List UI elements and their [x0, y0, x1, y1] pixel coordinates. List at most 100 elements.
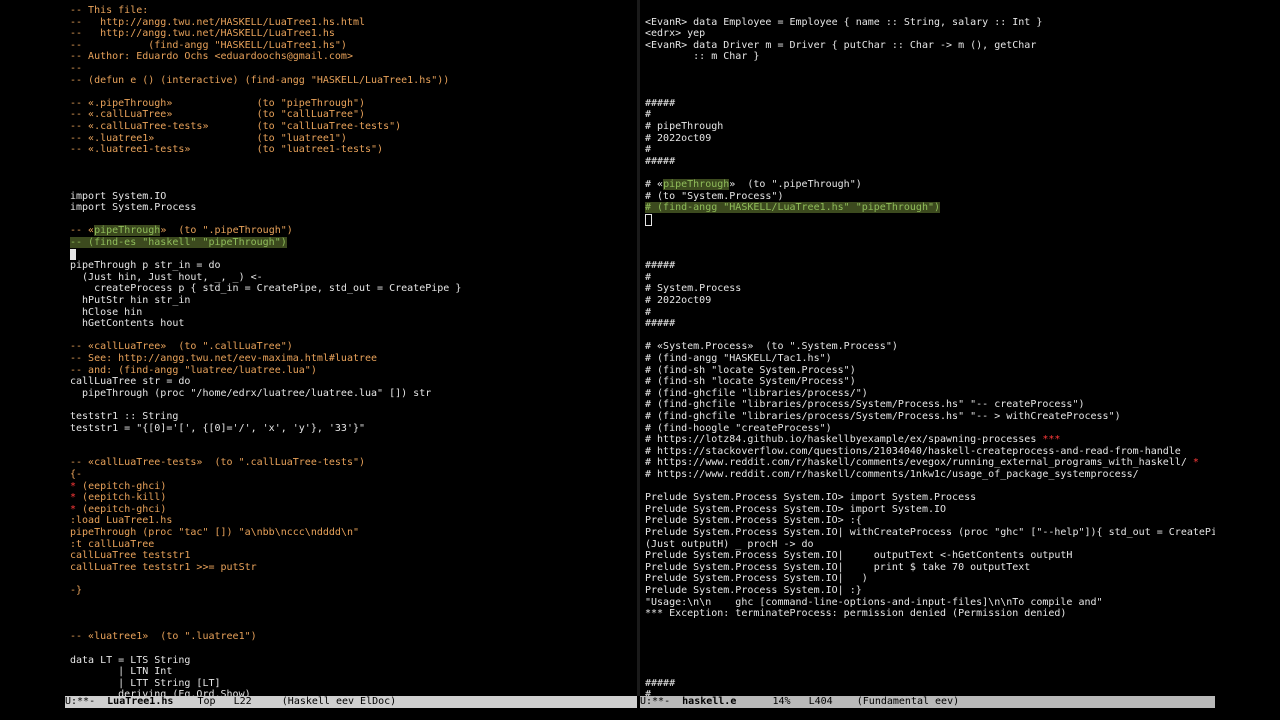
- code-line[interactable]: Prelude System.Process System.IO> :{: [645, 515, 862, 527]
- code-line[interactable]: import System.Process: [70, 202, 196, 214]
- code-line[interactable]: #####: [645, 318, 675, 330]
- code-line[interactable]: #####: [645, 156, 675, 168]
- code-line[interactable]: -}: [70, 585, 82, 597]
- code-line[interactable]: # (find-sh "locate System/Process"): [645, 376, 856, 388]
- mode-line-modes[interactable]: (Fundamental eev): [857, 696, 959, 707]
- code-line[interactable]: Prelude System.Process System.IO| print …: [645, 562, 1030, 574]
- echo-area[interactable]: [65, 708, 1215, 720]
- code-line[interactable]: # System.Process: [645, 283, 741, 295]
- code-line[interactable]: hGetContents hout: [70, 318, 184, 330]
- code-line[interactable]: #: [645, 109, 651, 121]
- code-line[interactable]: {-: [70, 469, 82, 481]
- code-line[interactable]: <EvanR> data Employee = Employee { name …: [645, 17, 1042, 29]
- code-line[interactable]: -- See: http://angg.twu.net/eev-maxima.h…: [70, 353, 377, 365]
- code-line[interactable]: | LTT String [LT]: [70, 678, 220, 690]
- code-line[interactable]: hClose hin: [70, 307, 142, 319]
- code-line[interactable]: :: m Char }: [645, 51, 759, 63]
- code-line[interactable]: Prelude System.Process System.IO> import…: [645, 504, 946, 516]
- code-line[interactable]: * (eepitch-ghci): [70, 481, 166, 493]
- code-line[interactable]: # (find-sh "locate System.Process"): [645, 365, 856, 377]
- code-line[interactable]: -- (defun e () (interactive) (find-angg …: [70, 75, 449, 87]
- code-line[interactable]: -- «pipeThrough» (to ".pipeThrough"): [70, 225, 293, 237]
- code-line[interactable]: # https://stackoverflow.com/questions/21…: [645, 446, 1181, 458]
- code-line[interactable]: (Just hin, Just hout, _, _) <-: [70, 272, 263, 284]
- left-editor-window[interactable]: -- This file: -- http://angg.twu.net/HASK…: [65, 0, 637, 696]
- code-line[interactable]: #: [645, 689, 651, 696]
- code-line[interactable]: <EvanR> data Driver m = Driver { putChar…: [645, 40, 1036, 52]
- code-line[interactable]: :load LuaTree1.hs: [70, 515, 172, 527]
- code-line[interactable]: [645, 213, 652, 226]
- code-line[interactable]: # (find-ghcfile "libraries/process/"): [645, 388, 868, 400]
- code-line[interactable]: -- «.luatree1-tests» (to "luatree1-tests…: [70, 144, 383, 156]
- code-line[interactable]: # (find-angg "HASKELL/LuaTree1.hs" "pipe…: [645, 202, 941, 214]
- code-line[interactable]: pipeThrough (proc "tac" []) "a\nbb\nccc\…: [70, 527, 359, 539]
- code-line[interactable]: hPutStr hin str_in: [70, 295, 190, 307]
- code-line[interactable]: -- «.pipeThrough» (to "pipeThrough"): [70, 98, 365, 110]
- code-line[interactable]: <edrx> yep: [645, 28, 705, 40]
- code-line[interactable]: -- (find-es "haskell" "pipeThrough"): [70, 237, 287, 249]
- code-line[interactable]: # https://www.reddit.com/r/haskell/comme…: [645, 469, 1139, 481]
- code-line[interactable]: -- «.callLuaTree-tests» (to "callLuaTree…: [70, 121, 401, 133]
- code-line[interactable]: -- (find-angg "HASKELL/LuaTree1.hs"): [70, 40, 347, 52]
- code-line[interactable]: # (find-hoogle "createProcess"): [645, 423, 832, 435]
- mode-line-buffer-name[interactable]: haskell.e: [682, 696, 736, 707]
- right-editor-window[interactable]: <EvanR> data Employee = Employee { name …: [640, 0, 1215, 696]
- code-line[interactable]: teststr1 :: String: [70, 411, 178, 423]
- code-line[interactable]: #####: [645, 678, 675, 690]
- code-line[interactable]: # 2022oct09: [645, 295, 711, 307]
- code-line[interactable]: #: [645, 307, 651, 319]
- code-line[interactable]: -- Author: Eduardo Ochs <eduardoochs@gma…: [70, 51, 353, 63]
- code-line[interactable]: * (eepitch-ghci): [70, 504, 166, 516]
- code-line[interactable]: # 2022oct09: [645, 133, 711, 145]
- code-line[interactable]: Prelude System.Process System.IO| ): [645, 573, 868, 585]
- code-line[interactable]: Prelude System.Process System.IO| :}: [645, 585, 862, 597]
- code-line[interactable]: # (to "System.Process"): [645, 191, 783, 203]
- mode-line-buffer-name[interactable]: LuaTree1.hs: [107, 696, 173, 707]
- code-line[interactable]: createProcess p { std_in = CreatePipe, s…: [70, 283, 461, 295]
- right-mode-line[interactable]: U:**- haskell.e 14% L404 (Fundamental ee…: [640, 696, 1215, 708]
- code-line[interactable]: callLuaTree teststr1: [70, 550, 190, 562]
- code-line[interactable]: -- «luatree1» (to ".luatree1"): [70, 631, 257, 643]
- code-line[interactable]: # pipeThrough: [645, 121, 723, 133]
- code-line[interactable]: (Just outputH) _ procH -> do: [645, 539, 814, 551]
- code-line[interactable]: # «pipeThrough» (to ".pipeThrough"): [645, 179, 862, 191]
- code-line[interactable]: data LT = LTS String: [70, 655, 190, 667]
- code-line[interactable]: #: [645, 272, 651, 284]
- code-line[interactable]: callLuaTree teststr1 >>= putStr: [70, 562, 257, 574]
- code-line[interactable]: -- «.callLuaTree» (to "callLuaTree"): [70, 109, 365, 121]
- code-line[interactable]: -- «.luatree1» (to "luatree1"): [70, 133, 347, 145]
- code-line[interactable]: "Usage:\n\n ghc [command-line-options-an…: [645, 597, 1103, 609]
- code-line[interactable]: # (find-ghcfile "libraries/process/Syste…: [645, 399, 1085, 411]
- code-line[interactable]: teststr1 = "{[0]='[', {[0]='/', 'x', 'y'…: [70, 423, 365, 435]
- code-line[interactable]: # https://www.reddit.com/r/haskell/comme…: [645, 457, 1199, 469]
- code-line[interactable]: pipeThrough p str_in = do: [70, 260, 221, 272]
- code-line[interactable]: callLuaTree str = do: [70, 376, 190, 388]
- code-line[interactable]: # «System.Process» (to ".System.Process"…: [645, 341, 898, 353]
- code-line[interactable]: *** Exception: terminateProcess: permiss…: [645, 608, 1066, 620]
- code-line[interactable]: # (find-angg "HASKELL/Tac1.hs"): [645, 353, 832, 365]
- code-line[interactable]: # https://lotz84.github.io/haskellbyexam…: [645, 434, 1060, 446]
- code-line[interactable]: * (eepitch-kill): [70, 492, 166, 504]
- code-line[interactable]: -- This file:: [70, 5, 148, 17]
- code-line[interactable]: deriving (Eq,Ord,Show): [70, 689, 250, 696]
- code-line[interactable]: Prelude System.Process System.IO| withCr…: [645, 527, 1215, 539]
- code-line[interactable]: -- http://angg.twu.net/HASKELL/LuaTree1.…: [70, 28, 335, 40]
- code-line[interactable]: # (find-ghcfile "libraries/process/Syste…: [645, 411, 1121, 423]
- code-line[interactable]: | LTN Int: [70, 666, 172, 678]
- code-line[interactable]: :t callLuaTree: [70, 539, 154, 551]
- code-line[interactable]: Prelude System.Process System.IO| output…: [645, 550, 1072, 562]
- left-mode-line[interactable]: U:**- LuaTree1.hs Top L22 (Haskell eev E…: [65, 696, 637, 708]
- code-line[interactable]: [70, 248, 76, 261]
- code-line[interactable]: Prelude System.Process System.IO> import…: [645, 492, 976, 504]
- code-line[interactable]: #: [645, 144, 651, 156]
- code-line[interactable]: import System.IO: [70, 191, 166, 203]
- code-line[interactable]: -- http://angg.twu.net/HASKELL/LuaTree1.…: [70, 17, 365, 29]
- mode-line-modes[interactable]: (Haskell eev ElDoc): [282, 696, 396, 707]
- code-line[interactable]: #####: [645, 260, 675, 272]
- code-line[interactable]: -- and: (find-angg "luatree/luatree.lua"…: [70, 365, 317, 377]
- code-line[interactable]: --: [70, 63, 82, 75]
- code-line[interactable]: -- «callLuaTree» (to ".callLuaTree"): [70, 341, 293, 353]
- code-line[interactable]: -- «callLuaTree-tests» (to ".callLuaTree…: [70, 457, 365, 469]
- code-line[interactable]: pipeThrough (proc "/home/edrx/luatree/lu…: [70, 388, 431, 400]
- code-line[interactable]: #####: [645, 98, 675, 110]
